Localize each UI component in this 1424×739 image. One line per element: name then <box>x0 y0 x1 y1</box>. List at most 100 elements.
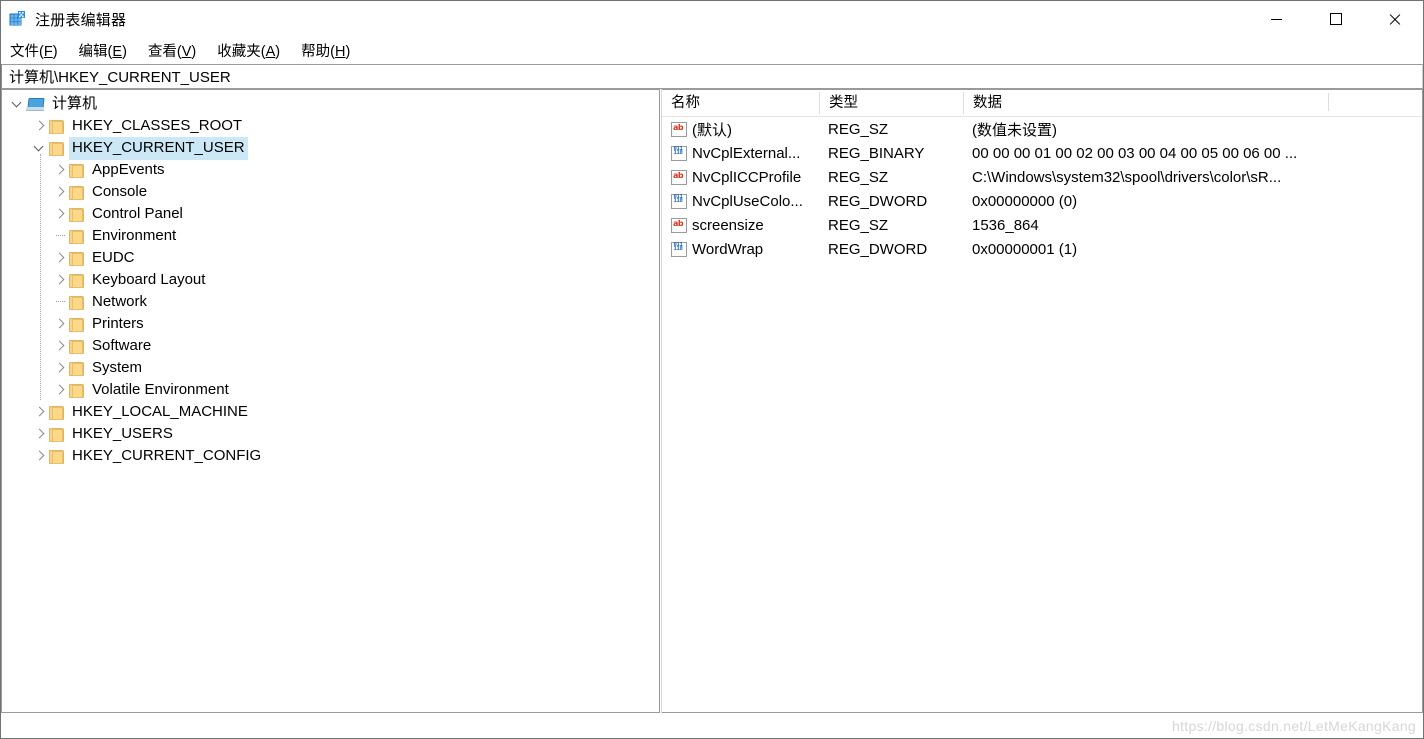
folder-icon <box>48 141 64 156</box>
minimize-button[interactable] <box>1247 0 1306 38</box>
column-header-end-divider <box>1328 93 1329 111</box>
tree-node-environment[interactable]: Environment <box>2 225 659 247</box>
tree-node-label: EUDC <box>92 248 135 266</box>
value-data: 1536_864 <box>972 216 1039 234</box>
tree-node-hkey-classes-root[interactable]: HKEY_CLASSES_ROOT <box>2 115 659 137</box>
tree-node-computer[interactable]: 计算机 <box>2 93 659 115</box>
tree-node-appevents[interactable]: AppEvents <box>2 159 659 181</box>
tree-node-volatile-environment[interactable]: Volatile Environment <box>2 379 659 401</box>
main-area: 计算机 HKEY_CLASSES_ROOT HKEY_CURRENT_USER App… <box>1 89 1423 713</box>
tree-node-system[interactable]: System <box>2 357 659 379</box>
folder-icon <box>68 229 84 244</box>
tree-node-software[interactable]: Software <box>2 335 659 357</box>
value-row[interactable]: ab screensize REG_SZ 1536_864 <box>662 213 1422 237</box>
tree-node-hkey-local-machine[interactable]: HKEY_LOCAL_MACHINE <box>2 401 659 423</box>
chevron-right-icon[interactable] <box>32 401 48 423</box>
menu-favorites-accel: A <box>265 43 276 60</box>
value-name-cell: 011 110 WordWrap <box>662 241 819 258</box>
window-controls <box>1247 0 1424 38</box>
tree-node-hkey-users[interactable]: HKEY_USERS <box>2 423 659 445</box>
chevron-right-icon[interactable] <box>52 313 68 335</box>
chevron-right-icon[interactable] <box>32 445 48 467</box>
chevron-right-icon[interactable] <box>52 357 68 379</box>
folder-icon <box>68 163 84 178</box>
value-row[interactable]: ab NvCplICCProfile REG_SZ C:\Windows\system… <box>662 165 1422 189</box>
list-header: 名称 类型 数据 <box>662 90 1422 117</box>
close-icon <box>1388 13 1401 26</box>
value-row[interactable]: 011 110 WordWrap REG_DWORD 0x00000001 (1) <box>662 237 1422 261</box>
menu-help-accel: H <box>334 43 346 60</box>
column-header-type[interactable]: 类型 <box>819 92 963 114</box>
close-button[interactable] <box>1365 0 1424 38</box>
folder-icon <box>48 449 64 464</box>
tree-node-label: Volatile Environment <box>92 380 229 398</box>
value-name: WordWrap <box>692 240 764 258</box>
chevron-right-icon[interactable] <box>52 335 68 357</box>
title-bar: 注册表编辑器 <box>0 0 1424 38</box>
menu-edit-label: 编辑 <box>78 43 108 60</box>
registry-values-pane[interactable]: 名称 类型 数据 ab (默认) REG_SZ (数值未设置) 011 110 NvCplE… <box>662 89 1423 713</box>
folder-icon <box>68 383 84 398</box>
value-row[interactable]: 011 110 NvCplUseColo... REG_DWORD 0x00000000… <box>662 189 1422 213</box>
folder-icon <box>48 427 64 442</box>
tree-node-label: Console <box>92 182 148 200</box>
chevron-down-icon[interactable] <box>10 93 26 115</box>
folder-icon <box>68 185 84 200</box>
menu-help[interactable]: 帮助(H) <box>301 38 350 63</box>
menu-file-label: 文件 <box>10 43 39 60</box>
value-row[interactable]: 011 110 NvCplExternal... REG_BINARY 00 00 00… <box>662 141 1422 165</box>
tree-node-printers[interactable]: Printers <box>2 313 659 335</box>
menu-favorites[interactable]: 收藏夹(A) <box>217 38 280 63</box>
chevron-right-icon[interactable] <box>52 247 68 269</box>
folder-icon <box>68 295 84 310</box>
binary-value-icon: 011 110 <box>671 193 687 209</box>
tree-node-label: HKEY_LOCAL_MACHINE <box>72 402 248 420</box>
value-name: NvCplUseColo... <box>692 192 803 210</box>
chevron-right-icon[interactable] <box>52 159 68 181</box>
menu-edit[interactable]: 编辑(E) <box>79 38 127 63</box>
value-type: REG_DWORD <box>828 240 928 258</box>
chevron-right-icon[interactable] <box>32 115 48 137</box>
value-name-cell: ab NvCplICCProfile <box>662 169 819 186</box>
menu-view[interactable]: 查看(V) <box>148 38 196 63</box>
tree-node-eudc[interactable]: EUDC <box>2 247 659 269</box>
menu-help-label: 帮助 <box>301 43 331 60</box>
string-value-icon: ab <box>671 217 687 233</box>
chevron-right-icon[interactable] <box>52 379 68 401</box>
folder-icon <box>68 361 84 376</box>
menu-file[interactable]: 文件(F) <box>10 38 58 63</box>
binary-value-icon: 011 110 <box>671 241 687 257</box>
maximize-button[interactable] <box>1306 0 1365 38</box>
value-row[interactable]: ab (默认) REG_SZ (数值未设置) <box>662 117 1422 141</box>
column-header-data[interactable]: 数据 <box>963 92 1328 114</box>
value-name: NvCplICCProfile <box>692 168 802 186</box>
chevron-right-icon[interactable] <box>52 203 68 225</box>
value-type: REG_SZ <box>828 168 889 186</box>
tree-node-label: HKEY_CURRENT_USER <box>69 136 248 160</box>
tree-node-network[interactable]: Network <box>2 291 659 313</box>
value-name: (默认) <box>692 121 732 139</box>
value-name-cell: ab (默认) <box>662 119 819 140</box>
tree-node-hkey-current-user[interactable]: HKEY_CURRENT_USER <box>2 136 659 160</box>
tree-node-hkey-current-config[interactable]: HKEY_CURRENT_CONFIG <box>2 445 659 467</box>
value-name-cell: ab screensize <box>662 217 819 234</box>
chevron-right-icon[interactable] <box>52 269 68 291</box>
column-header-name[interactable]: 名称 <box>662 92 819 114</box>
tree-node-label: Environment <box>92 226 177 244</box>
tree-node-label: Keyboard Layout <box>92 270 206 288</box>
tree-node-control-panel[interactable]: Control Panel <box>2 203 659 225</box>
address-path: 计算机\HKEY_CURRENT_USER <box>9 69 231 86</box>
chevron-right-icon[interactable] <box>32 423 48 445</box>
tree-node-label: Printers <box>92 314 144 332</box>
address-bar[interactable]: 计算机\HKEY_CURRENT_USER <box>1 64 1423 89</box>
value-type: REG_DWORD <box>828 192 928 210</box>
value-name-cell: 011 110 NvCplUseColo... <box>662 193 819 210</box>
chevron-right-icon[interactable] <box>52 181 68 203</box>
tree-node-console[interactable]: Console <box>2 181 659 203</box>
binary-value-icon: 011 110 <box>671 145 687 161</box>
registry-tree-pane[interactable]: 计算机 HKEY_CLASSES_ROOT HKEY_CURRENT_USER App… <box>1 89 659 713</box>
folder-icon <box>68 317 84 332</box>
value-data: (数值未设置) <box>972 121 1057 139</box>
tree-node-label: Control Panel <box>92 204 183 222</box>
tree-node-keyboard-layout[interactable]: Keyboard Layout <box>2 269 659 291</box>
